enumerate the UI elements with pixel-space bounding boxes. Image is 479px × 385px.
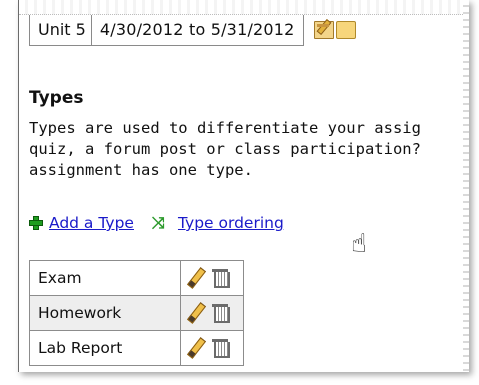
table-row: Homework [29, 295, 244, 331]
table-row: Lab Report [29, 330, 244, 366]
screenshot-frame: Unit 5 4/30/2012 to 5/31/2012 Types Type… [18, 0, 469, 372]
row-actions [180, 295, 244, 331]
torn-edge-right [463, 0, 469, 372]
edit-pencil-icon[interactable] [185, 338, 205, 358]
section-description: Types are used to differentiate your ass… [29, 119, 421, 179]
trash-icon[interactable] [210, 338, 230, 358]
unit-date-range: 4/30/2012 to 5/31/2012 [90, 14, 304, 46]
table-row: Exam [29, 260, 244, 296]
folder-icon[interactable] [335, 21, 356, 39]
unit-name: Unit 5 [29, 14, 91, 46]
row-actions [180, 330, 244, 366]
trash-icon[interactable] [210, 268, 230, 288]
unit-icons [304, 18, 356, 39]
plus-icon[interactable] [29, 216, 43, 230]
type-name: Homework [29, 295, 181, 331]
add-type-link[interactable]: Add a Type [49, 214, 134, 232]
add-type-action[interactable]: Add a Type [29, 214, 134, 232]
pointer-hand-icon: ☝ [351, 229, 367, 259]
trash-icon[interactable] [210, 303, 230, 323]
actions-bar: Add a Type ⤨ Type ordering [29, 212, 302, 234]
section-title: Types [29, 88, 84, 108]
unit-row[interactable]: Unit 5 4/30/2012 to 5/31/2012 [29, 14, 356, 46]
shuffle-icon[interactable]: ⤨ [152, 215, 172, 231]
type-name: Exam [29, 260, 181, 296]
torn-edge-top [19, 0, 469, 15]
row-actions [180, 260, 244, 296]
calendar-edit-icon[interactable] [313, 18, 334, 39]
type-ordering-action[interactable]: ⤨ Type ordering [152, 214, 284, 232]
type-name: Lab Report [29, 330, 181, 366]
edit-pencil-icon[interactable] [185, 268, 205, 288]
type-ordering-link[interactable]: Type ordering [178, 214, 284, 232]
types-table: Exam Homework Lab Report [29, 260, 244, 366]
edit-pencil-icon[interactable] [185, 303, 205, 323]
